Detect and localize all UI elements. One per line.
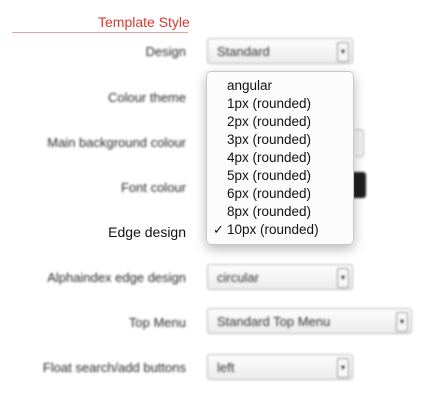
edge-design-option-label: 5px (rounded): [227, 168, 312, 183]
select-arrow-icon: ▾: [337, 358, 349, 378]
edge-design-option-label: 6px (rounded): [227, 186, 312, 201]
edge-design-option[interactable]: 8px (rounded): [207, 203, 353, 221]
select-arrow-icon: ▾: [337, 268, 349, 288]
main-background-colour-label: Main background colour: [47, 135, 186, 150]
edge-design-options-list: angular 1px (rounded) 2px (rounded) 3px (ro…: [207, 72, 353, 239]
font-colour-label: Font colour: [120, 180, 186, 195]
edge-design-option-label: 1px (rounded): [227, 96, 312, 111]
edge-design-option[interactable]: 6px (rounded): [207, 185, 353, 203]
edge-design-option-label: 8px (rounded): [227, 204, 312, 219]
font-colour-swatch[interactable]: [353, 172, 366, 198]
alphaindex-edge-design-value: circular: [217, 270, 259, 285]
select-arrow-icon: ▾: [396, 312, 408, 332]
main-background-colour-picker[interactable]: [355, 129, 364, 157]
edge-design-option[interactable]: angular: [207, 77, 353, 95]
checkmark-icon: ✓: [213, 222, 224, 237]
alphaindex-edge-design-label: Alphaindex edge design: [47, 270, 186, 285]
edge-design-option[interactable]: ✓ 10px (rounded): [207, 221, 353, 239]
edge-design-label: Edge design: [108, 224, 186, 240]
select-arrow-icon: ▾: [337, 42, 349, 62]
edge-design-option-label: 10px (rounded): [227, 222, 319, 237]
edge-design-option[interactable]: 5px (rounded): [207, 167, 353, 185]
design-select[interactable]: Standard ▾: [207, 38, 353, 64]
top-menu-select[interactable]: Standard Top Menu ▾: [207, 308, 412, 334]
section-title: Template Style: [98, 14, 190, 30]
edge-design-dropdown-menu: angular 1px (rounded) 2px (rounded) 3px (ro…: [206, 71, 354, 245]
float-search-add-buttons-value: left: [217, 360, 235, 375]
top-menu-value: Standard Top Menu: [217, 314, 331, 329]
edge-design-option-label: angular: [227, 78, 273, 93]
edge-design-option-label: 4px (rounded): [227, 150, 312, 165]
edge-design-option-label: 3px (rounded): [227, 132, 312, 147]
edge-design-option[interactable]: 1px (rounded): [207, 95, 353, 113]
float-search-add-buttons-label: Float search/add buttons: [42, 360, 186, 375]
section-divider: [12, 32, 188, 33]
design-label: Design: [145, 44, 186, 59]
colour-theme-label: Colour theme: [107, 90, 186, 105]
edge-design-option-label: 2px (rounded): [227, 114, 312, 129]
edge-design-option[interactable]: 4px (rounded): [207, 149, 353, 167]
edge-design-option[interactable]: 3px (rounded): [207, 131, 353, 149]
float-search-add-buttons-select[interactable]: left ▾: [207, 354, 353, 380]
top-menu-label: Top Menu: [128, 315, 186, 330]
alphaindex-edge-design-select[interactable]: circular ▾: [207, 264, 353, 290]
edge-design-option[interactable]: 2px (rounded): [207, 113, 353, 131]
design-select-value: Standard: [217, 44, 270, 59]
